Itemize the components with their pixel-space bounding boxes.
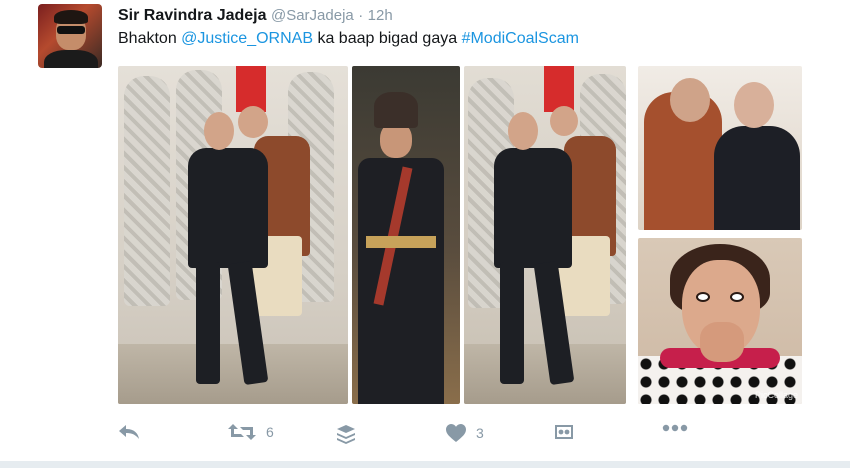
like-count: 3	[476, 425, 484, 441]
person-head	[204, 112, 234, 150]
statue	[124, 76, 170, 306]
more-icon	[662, 424, 688, 432]
avatar-sunglasses	[57, 26, 85, 34]
photo-leaders-walking[interactable]	[118, 66, 348, 404]
person-head	[508, 112, 538, 150]
photo-guard[interactable]	[352, 66, 460, 404]
ground	[464, 344, 626, 404]
separator-dot: ·	[358, 7, 364, 24]
collage-watermark: PicCollage	[754, 390, 798, 400]
reply-icon	[119, 425, 139, 439]
avatar-hair	[54, 10, 88, 24]
avatar-body	[44, 50, 98, 68]
like-button[interactable]: 3	[446, 424, 484, 442]
flag	[544, 66, 574, 112]
divider	[0, 461, 850, 468]
person-head	[734, 82, 774, 128]
message-button[interactable]	[554, 424, 574, 440]
photo-leaders-walking-2[interactable]	[464, 66, 626, 404]
suit-jacket	[494, 148, 572, 268]
hashtag-link[interactable]: #ModiCoalScam	[462, 30, 579, 47]
retweet-count: 6	[266, 424, 274, 440]
tweet-text-middle: ka baap bigad gaya	[313, 30, 462, 47]
photo-hug[interactable]	[638, 66, 802, 230]
heart-icon	[446, 424, 466, 442]
reply-button[interactable]	[118, 424, 140, 440]
guard-turban	[374, 92, 418, 128]
person-head	[670, 78, 710, 122]
suit-jacket	[188, 148, 268, 268]
ground	[118, 344, 348, 404]
suit-leg	[500, 262, 524, 384]
user-avatar[interactable]	[38, 4, 102, 68]
person-suit	[714, 126, 800, 230]
person-head	[550, 106, 578, 136]
retweet-icon	[228, 424, 256, 440]
tweet-timestamp[interactable]: 12h	[368, 7, 393, 24]
tweet-text: Bhakton @Justice_ORNAB ka baap bigad gay…	[118, 30, 579, 48]
layers-icon	[337, 425, 355, 444]
hand-over-mouth	[700, 322, 744, 362]
message-icon	[555, 425, 573, 439]
user-handle[interactable]: @SarJadeja	[271, 7, 354, 24]
mention-link[interactable]: @Justice_ORNAB	[181, 30, 313, 47]
eye	[696, 292, 710, 302]
more-button[interactable]	[662, 424, 688, 432]
photo-shocked-woman[interactable]: PicCollage	[638, 238, 802, 404]
person-head	[238, 106, 268, 138]
tweet-actions: 6 3	[118, 424, 718, 444]
eye	[730, 292, 744, 302]
display-name[interactable]: Sir Ravindra Jadeja	[118, 7, 267, 24]
tweet-text-prefix: Bhakton	[118, 30, 182, 47]
suit-leg	[196, 262, 220, 384]
stack-button[interactable]	[336, 424, 356, 444]
guard-belt	[366, 236, 436, 248]
retweet-button[interactable]: 6	[228, 424, 274, 440]
tweet-card[interactable]: Sir Ravindra Jadeja @SarJadeja · 12h Bha…	[0, 0, 850, 460]
tweet-header: Sir Ravindra Jadeja @SarJadeja · 12h	[118, 7, 393, 25]
tweet-media-collage[interactable]: PicCollage	[118, 66, 802, 404]
